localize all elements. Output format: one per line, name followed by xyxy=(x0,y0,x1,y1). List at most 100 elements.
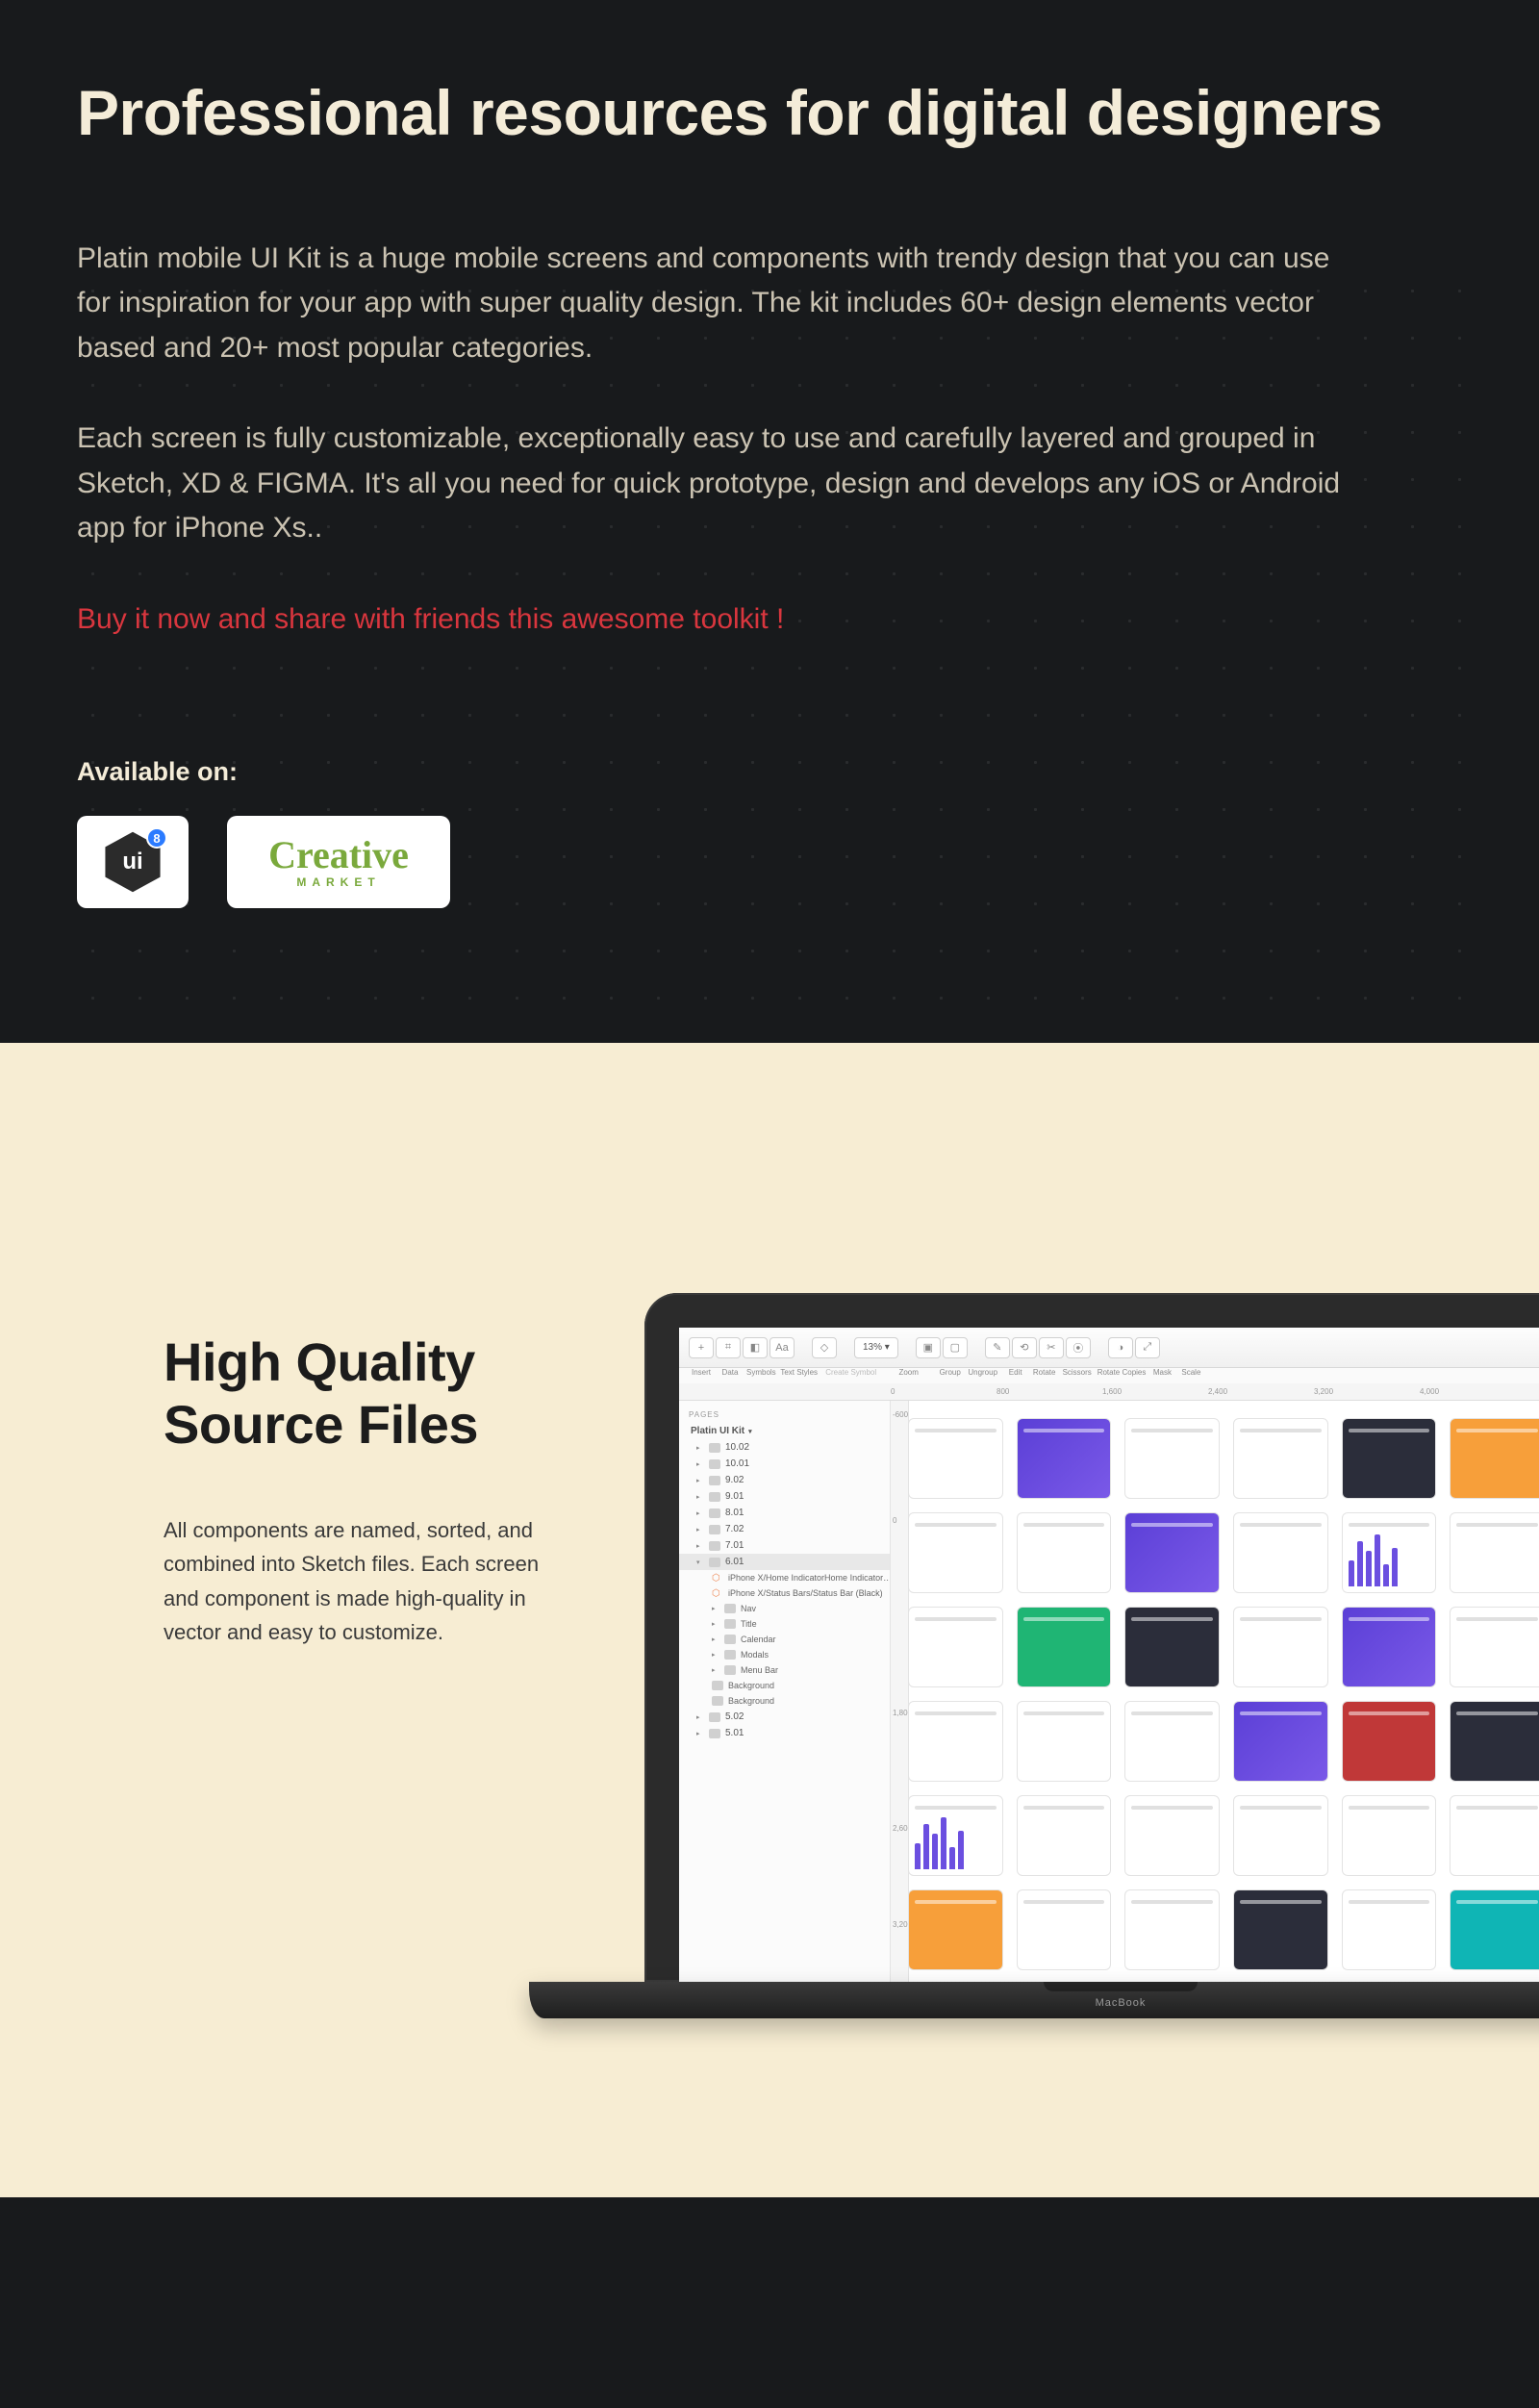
hero-title: Professional resources for digital desig… xyxy=(77,77,1462,150)
artboard[interactable] xyxy=(1124,1418,1220,1499)
section2-description: All components are named, sorted, and co… xyxy=(164,1513,548,1649)
artboard[interactable] xyxy=(1342,1607,1437,1687)
artboard[interactable] xyxy=(1124,1607,1220,1687)
artboard[interactable] xyxy=(1450,1607,1539,1687)
hero-paragraph-2: Each screen is fully customizable, excep… xyxy=(77,417,1356,551)
artboard[interactable] xyxy=(1017,1418,1112,1499)
layer-item[interactable]: ▸Menu Bar xyxy=(679,1662,890,1678)
artboard[interactable] xyxy=(1017,1889,1112,1970)
artboard[interactable] xyxy=(1233,1701,1328,1782)
laptop-base: MacBook xyxy=(529,1982,1539,2018)
artboard[interactable] xyxy=(1017,1512,1112,1593)
artboard[interactable] xyxy=(908,1512,1003,1593)
layer-item[interactable]: ▸Calendar xyxy=(679,1632,890,1647)
lbl-symbols: Symbols xyxy=(746,1368,776,1377)
create-symbol-icon[interactable]: ◇ xyxy=(812,1337,837,1358)
edit-tool-icon[interactable]: ✎ xyxy=(985,1337,1010,1358)
ui8-logo-text: ui xyxy=(122,849,142,875)
artboard[interactable] xyxy=(1450,1418,1539,1499)
page-item[interactable]: ▸10.01 xyxy=(679,1456,890,1472)
ui8-badge[interactable]: ui 8 xyxy=(77,816,189,908)
artboard[interactable] xyxy=(1017,1607,1112,1687)
artboard[interactable] xyxy=(1233,1795,1328,1876)
zoom-value: 13% xyxy=(863,1342,882,1353)
layer-item[interactable]: ▸Title xyxy=(679,1616,890,1632)
scissors-tool-icon[interactable]: ✂ xyxy=(1039,1337,1064,1358)
textstyles-tool-icon[interactable]: Aa xyxy=(770,1337,795,1358)
lbl-data: Data xyxy=(718,1368,743,1377)
lbl-scissors: Scissors xyxy=(1061,1368,1094,1377)
artboard[interactable] xyxy=(1233,1418,1328,1499)
artboard[interactable] xyxy=(1342,1795,1437,1876)
artboard[interactable] xyxy=(1450,1795,1539,1876)
macbook-label: MacBook xyxy=(1096,1997,1147,2009)
page-item[interactable]: ▸7.02 xyxy=(679,1521,890,1537)
artboard[interactable] xyxy=(908,1889,1003,1970)
lbl-mask: Mask xyxy=(1149,1368,1174,1377)
layer-item[interactable]: ▸Nav xyxy=(679,1601,890,1616)
artboard[interactable] xyxy=(1017,1795,1112,1876)
artboard[interactable] xyxy=(1124,1701,1220,1782)
artboard[interactable] xyxy=(1342,1512,1437,1593)
page-item[interactable]: ▸10.02 xyxy=(679,1439,890,1456)
page-item-selected[interactable]: ▾6.01 xyxy=(679,1554,890,1570)
lbl-textstyles: Text Styles xyxy=(780,1368,819,1377)
sidebar-doc-title[interactable]: Platin UI Kit ▾ xyxy=(679,1423,890,1439)
layer-item[interactable]: Background xyxy=(679,1693,890,1709)
layer-item[interactable]: Background xyxy=(679,1678,890,1693)
lbl-scale: Scale xyxy=(1178,1368,1203,1377)
artboard[interactable] xyxy=(1233,1889,1328,1970)
ungroup-tool-icon[interactable]: ▢ xyxy=(943,1337,968,1358)
artboard[interactable] xyxy=(1342,1418,1437,1499)
page-item[interactable]: ▸9.02 xyxy=(679,1472,890,1488)
artboard[interactable] xyxy=(1124,1889,1220,1970)
artboard[interactable] xyxy=(908,1701,1003,1782)
page-item[interactable]: ▸9.01 xyxy=(679,1488,890,1505)
artboard[interactable] xyxy=(1342,1889,1437,1970)
artboard[interactable] xyxy=(1450,1889,1539,1970)
insert-tool-icon[interactable]: + xyxy=(689,1337,714,1358)
lbl-group: Group xyxy=(938,1368,963,1377)
scale-tool-icon[interactable]: ⤢ xyxy=(1135,1337,1160,1358)
page-item[interactable]: ▸5.01 xyxy=(679,1725,890,1741)
page-item[interactable]: ▸5.02 xyxy=(679,1709,890,1725)
page-item[interactable]: ▸7.01 xyxy=(679,1537,890,1554)
artboard[interactable] xyxy=(1233,1607,1328,1687)
lbl-zoom: Zoom xyxy=(884,1368,934,1377)
mask-tool-icon[interactable]: ◑ xyxy=(1108,1337,1133,1358)
lbl-rotatecopies: Rotate Copies xyxy=(1097,1368,1147,1377)
rotate-tool-icon[interactable]: ⟲ xyxy=(1012,1337,1037,1358)
artboard[interactable] xyxy=(1124,1512,1220,1593)
lbl-edit: Edit xyxy=(1003,1368,1028,1377)
artboard[interactable] xyxy=(1342,1701,1437,1782)
data-tool-icon[interactable]: ⌗ xyxy=(716,1337,741,1358)
creative-market-sub: MARKET xyxy=(268,876,409,888)
sidebar-pages-header: PAGES xyxy=(679,1407,890,1423)
artboard[interactable] xyxy=(908,1418,1003,1499)
artboard[interactable] xyxy=(908,1795,1003,1876)
layer-item[interactable]: iPhone X/Status Bars/Status Bar (Black) xyxy=(679,1585,890,1601)
page-item[interactable]: ▸8.01 xyxy=(679,1505,890,1521)
ruler-tick: 1,600 xyxy=(1102,1387,1208,1396)
laptop-bezel: + ⌗ ◧ Aa ◇ 13% ▾ ▣ ▢ xyxy=(644,1293,1539,1982)
creative-market-logo: Creative MARKET xyxy=(268,836,409,888)
group-tool-icon[interactable]: ▣ xyxy=(916,1337,941,1358)
artboard[interactable] xyxy=(1450,1701,1539,1782)
artboard[interactable] xyxy=(1017,1701,1112,1782)
source-files-section: High Quality Source Files All components… xyxy=(0,1043,1539,2197)
creative-market-badge[interactable]: Creative MARKET xyxy=(227,816,450,908)
zoom-display[interactable]: 13% ▾ xyxy=(854,1337,898,1358)
laptop-mockup: + ⌗ ◧ Aa ◇ 13% ▾ ▣ ▢ xyxy=(644,1293,1539,2009)
sketch-layers-sidebar: PAGES Platin UI Kit ▾ ▸10.02 ▸10.01 ▸9.0… xyxy=(679,1401,891,1982)
artboard[interactable] xyxy=(1450,1512,1539,1593)
symbols-tool-icon[interactable]: ◧ xyxy=(743,1337,768,1358)
sketch-canvas[interactable]: -600 0 1,800 2,600 3,200 xyxy=(891,1401,1539,1982)
layer-item[interactable]: iPhone X/Home IndicatorHome Indicator… xyxy=(679,1570,890,1585)
layer-item[interactable]: ▸Modals xyxy=(679,1647,890,1662)
rotate-copies-tool-icon[interactable]: ⦿ xyxy=(1066,1337,1091,1358)
artboard[interactable] xyxy=(908,1607,1003,1687)
artboard[interactable] xyxy=(1124,1795,1220,1876)
lbl-createsymbol: Create Symbol xyxy=(822,1368,880,1377)
ruler-tick: 0 xyxy=(891,1387,997,1396)
artboard[interactable] xyxy=(1233,1512,1328,1593)
